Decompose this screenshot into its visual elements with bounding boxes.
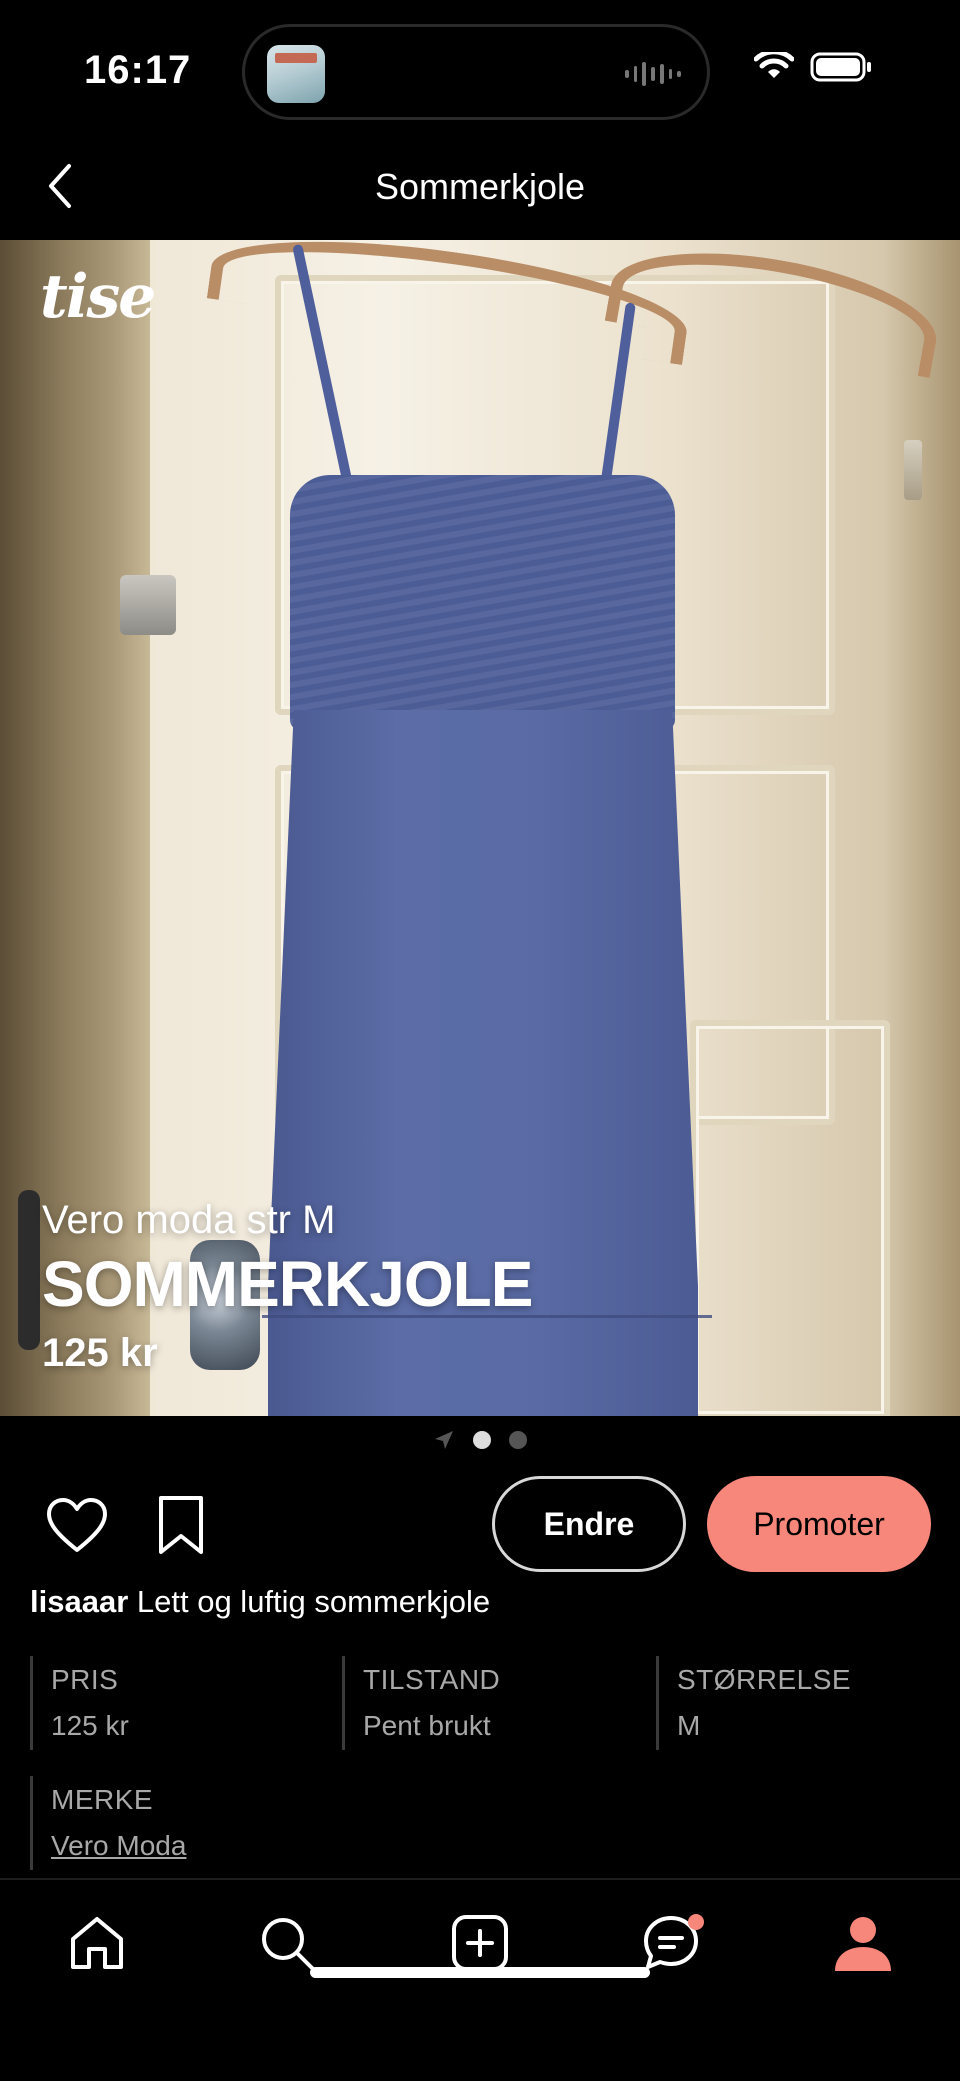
now-playing-artwork <box>267 45 325 103</box>
unread-badge <box>688 1914 704 1930</box>
heart-icon <box>47 1498 107 1552</box>
attribute-label: MERKE <box>51 1784 154 1815</box>
attribute-brand: MERKE Vero Moda <box>30 1776 330 1870</box>
brand-link[interactable]: Vero Moda <box>51 1830 330 1862</box>
save-button[interactable] <box>146 1490 216 1560</box>
action-row: Endre Promoter <box>0 1474 960 1572</box>
bookmark-icon <box>159 1496 203 1554</box>
pager-dot[interactable] <box>509 1431 527 1449</box>
attribute-value: 125 kr <box>51 1710 129 1741</box>
image-pager <box>0 1426 960 1454</box>
battery-icon <box>810 52 872 82</box>
attribute-label: STØRRELSE <box>677 1664 852 1695</box>
door-hinge <box>120 575 176 635</box>
status-time: 16:17 <box>84 48 192 92</box>
product-title: SOMMERKJOLE <box>42 1248 533 1320</box>
location-arrow-icon <box>435 1431 453 1449</box>
wifi-icon <box>754 52 794 82</box>
add-icon <box>452 1915 508 1971</box>
attribute-value: Pent brukt <box>363 1710 491 1741</box>
attribute-label: PRIS <box>51 1664 119 1695</box>
tise-logo: tise <box>40 262 156 332</box>
attribute-label: TILSTAND <box>363 1664 501 1695</box>
like-button[interactable] <box>42 1490 112 1560</box>
attribute-price: PRIS 125 kr <box>30 1656 330 1750</box>
tab-bar <box>0 1880 960 2000</box>
edit-button[interactable]: Endre <box>492 1476 686 1572</box>
seller-username[interactable]: lisaaar <box>30 1584 128 1619</box>
attribute-value: M <box>677 1710 701 1741</box>
door-panel-lower <box>690 1020 890 1416</box>
product-price: 125 kr <box>42 1331 158 1375</box>
audio-waveform-icon <box>625 61 682 87</box>
attribute-condition: TILSTAND Pent brukt <box>342 1656 642 1750</box>
dress-bodice <box>290 475 675 730</box>
nav-header: Sommerkjole <box>0 140 960 240</box>
promote-button[interactable]: Promoter <box>707 1476 931 1572</box>
page-title: Sommerkjole <box>374 166 586 207</box>
profile-icon <box>835 1917 891 1971</box>
tab-home[interactable] <box>62 1908 132 1978</box>
attribute-size: STØRRELSE M <box>656 1656 946 1750</box>
door-handle <box>18 1190 40 1350</box>
caption-text: Lett og luftig sommerkjole <box>136 1584 491 1619</box>
door-hinge <box>904 440 922 500</box>
product-image[interactable]: tise Vero moda str M SOMMERKJOLE 125 kr <box>0 240 960 1416</box>
status-bar: 16:17 <box>0 0 960 140</box>
tab-profile[interactable] <box>828 1908 898 1978</box>
home-icon <box>71 1917 123 1969</box>
listing-caption: lisaaar Lett og luftig sommerkjole <box>30 1584 490 1620</box>
dynamic-island[interactable] <box>242 24 710 120</box>
hero-overlay: Vero moda str M SOMMERKJOLE 125 kr <box>42 1198 533 1376</box>
search-icon <box>262 1918 315 1971</box>
home-indicator <box>310 1967 650 1978</box>
product-subtitle: Vero moda str M <box>42 1198 336 1242</box>
pager-dot-active[interactable] <box>473 1431 491 1449</box>
